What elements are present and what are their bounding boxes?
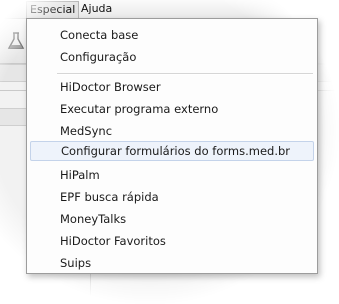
menubar: Especial Ajuda (0, 0, 339, 19)
divider (318, 90, 339, 91)
menu-item-medsync[interactable]: MedSync (30, 121, 314, 141)
menu-item-configuracao[interactable]: Configuração (30, 47, 314, 67)
menu-item-executar-programa-externo[interactable]: Executar programa externo (30, 99, 314, 119)
menu-item-suips[interactable]: Suips (30, 253, 314, 273)
menu-item-epf-busca-rapida[interactable]: EPF busca rápida (30, 187, 314, 207)
menu-item-hidoctor-browser[interactable]: HiDoctor Browser (30, 77, 314, 97)
menu-item-conecta-base[interactable]: Conecta base (30, 25, 314, 45)
menu-item-hipalm[interactable]: HiPalm (30, 165, 314, 185)
flask-icon[interactable] (6, 31, 26, 51)
divider (90, 274, 91, 304)
menu-separator (57, 73, 313, 75)
menu-ajuda[interactable]: Ajuda (78, 2, 115, 16)
menu-item-hidoctor-favoritos[interactable]: HiDoctor Favoritos (30, 231, 314, 251)
gear-icon[interactable] (316, 31, 336, 51)
menu-item-configurar-formularios[interactable]: Configurar formulários do forms.med.br (30, 141, 314, 161)
especial-dropdown-menu: Conecta base Configuração HiDoctor Brows… (26, 18, 318, 274)
menu-especial[interactable]: Especial (26, 1, 80, 18)
menu-item-moneytalks[interactable]: MoneyTalks (30, 209, 314, 229)
